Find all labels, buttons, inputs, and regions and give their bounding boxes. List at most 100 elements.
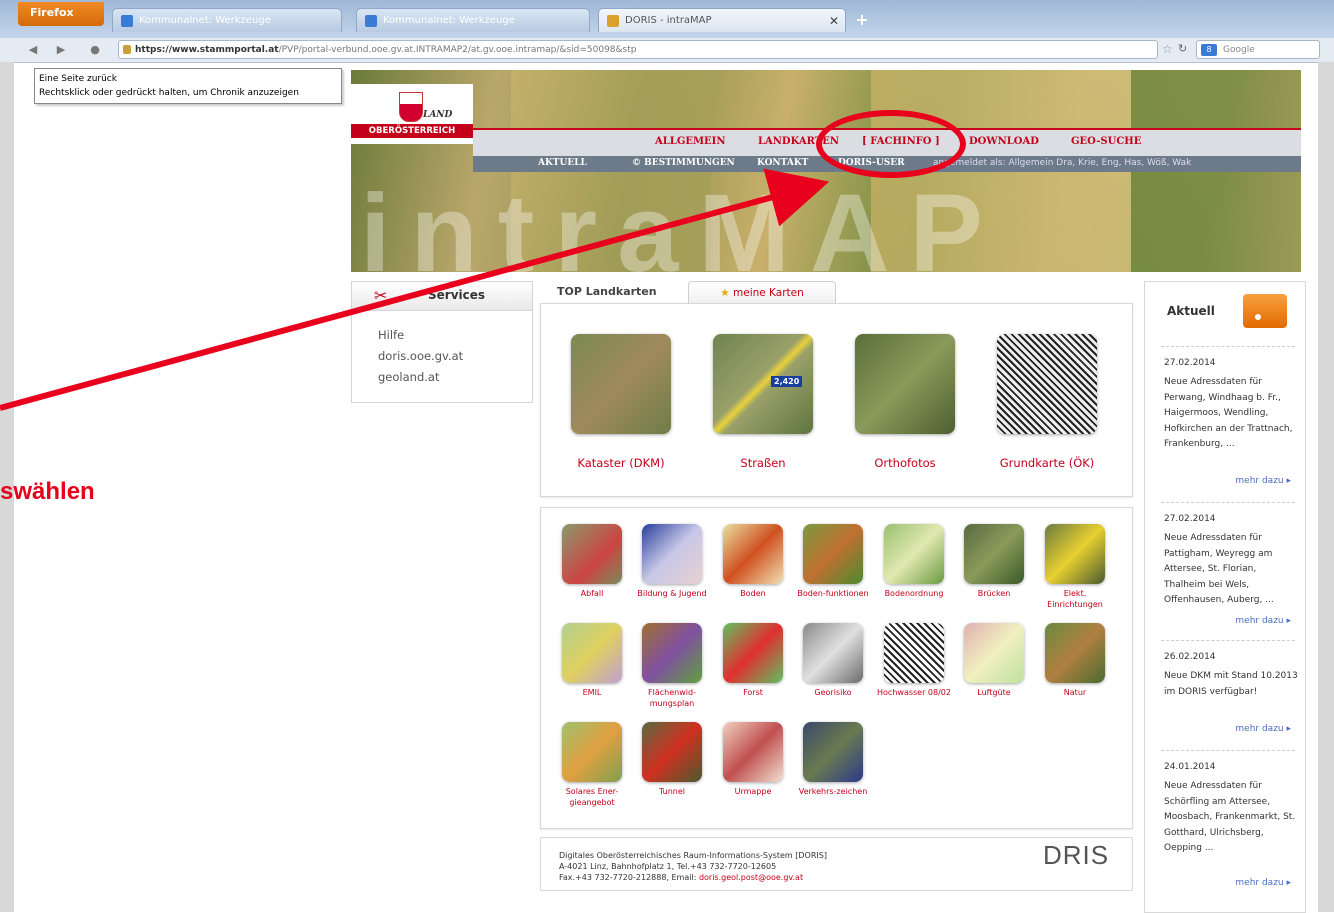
- back-button[interactable]: ◀: [24, 41, 42, 59]
- mehr-dazu-link[interactable]: mehr dazu ▸: [1235, 476, 1291, 486]
- tab-meine-karten-label: meine Karten: [733, 287, 804, 299]
- theme-label[interactable]: Georisiko: [796, 687, 870, 698]
- forward-button[interactable]: ▶: [52, 41, 70, 59]
- tab-meine-karten[interactable]: ★ meine Karten: [688, 281, 836, 304]
- tab-title: Kommunalnet: Werkzeuge: [139, 15, 271, 26]
- strassen-thumbnail[interactable]: 2,420: [713, 334, 813, 434]
- theme-label[interactable]: Boden-funktionen: [796, 588, 870, 599]
- theme-label[interactable]: Elekt. Einrichtungen: [1038, 588, 1112, 610]
- kommunalnet-favicon-icon: [121, 15, 133, 27]
- theme-maps-panel: Abfall Bildung & Jugend Boden Boden-funk…: [540, 507, 1133, 829]
- top-maps-tabs: TOP Landkarten ★ meine Karten: [540, 281, 1132, 304]
- theme-label[interactable]: Luftgüte: [957, 687, 1031, 698]
- footer-email-link[interactable]: doris.geol.post@ooe.gv.at: [699, 873, 803, 882]
- theme-label[interactable]: Bildung & Jugend: [635, 588, 709, 599]
- close-tab-icon[interactable]: ✕: [829, 9, 839, 33]
- solar-icon[interactable]: [562, 722, 622, 782]
- georisiko-icon[interactable]: [803, 623, 863, 683]
- theme-label[interactable]: Natur: [1038, 687, 1112, 698]
- tools-icon: ✂: [374, 286, 388, 305]
- news-text: Neue DKM mit Stand 10.2013 im DORIS verf…: [1164, 671, 1298, 697]
- emil-icon[interactable]: [562, 623, 622, 683]
- theme-label[interactable]: Boden: [716, 588, 790, 599]
- footer-line: A-4021 Linz, Bahnhofplatz 1, Tel.+43 732…: [559, 862, 777, 871]
- firefox-menu-button[interactable]: Firefox: [18, 2, 104, 26]
- theme-label[interactable]: Brücken: [957, 588, 1031, 599]
- forst-icon[interactable]: [723, 623, 783, 683]
- highlight-circle: [816, 110, 966, 178]
- search-box[interactable]: 8 Google: [1196, 40, 1320, 59]
- bodenfunktionen-icon[interactable]: [803, 524, 863, 584]
- browser-tab[interactable]: Kommunalnet: Werkzeuge: [112, 8, 342, 32]
- divider: [1161, 640, 1295, 641]
- theme-label[interactable]: Verkehrs-zeichen: [796, 786, 870, 797]
- map-label-grundkarte[interactable]: Grundkarte (ÖK): [977, 456, 1117, 470]
- link-doris[interactable]: doris.ooe.gv.at: [378, 349, 463, 363]
- news-date: 24.01.2014: [1164, 762, 1216, 772]
- coat-of-arms-icon: [399, 92, 423, 122]
- map-label-orthofotos[interactable]: Orthofotos: [835, 456, 975, 470]
- address-bar[interactable]: https://www.stammportal.at/PVP/portal-ve…: [118, 40, 1158, 59]
- google-icon: 8: [1201, 44, 1217, 56]
- map-label-strassen[interactable]: Straßen: [693, 456, 833, 470]
- bodenordnung-icon[interactable]: [884, 524, 944, 584]
- menu-bestimmungen[interactable]: © BESTIMMUNGEN: [632, 158, 735, 168]
- theme-label[interactable]: Abfall: [555, 588, 629, 599]
- mehr-dazu-link[interactable]: mehr dazu ▸: [1235, 878, 1291, 888]
- news-text: Neue Adressdaten für Schörfling am Atter…: [1164, 781, 1296, 853]
- news-text: Neue Adressdaten für Perwang, Windhaag b…: [1164, 377, 1293, 449]
- mehr-dazu-link[interactable]: mehr dazu ▸: [1235, 616, 1291, 626]
- page-margin-right: [1318, 62, 1334, 912]
- theme-label[interactable]: Bodenordnung: [877, 588, 951, 599]
- tab-top-landkarten[interactable]: TOP Landkarten: [557, 281, 657, 303]
- browser-tab[interactable]: Kommunalnet: Werkzeuge: [356, 8, 590, 32]
- link-hilfe[interactable]: Hilfe: [378, 328, 404, 342]
- theme-label[interactable]: Tunnel: [635, 786, 709, 797]
- bruecken-icon[interactable]: [964, 524, 1024, 584]
- flaechenwidmung-icon[interactable]: [642, 623, 702, 683]
- abfall-icon[interactable]: [562, 524, 622, 584]
- menu-allgemein[interactable]: ALLGEMEIN: [655, 136, 726, 147]
- mehr-dazu-link[interactable]: mehr dazu ▸: [1235, 724, 1291, 734]
- kommunalnet-favicon-icon: [365, 15, 377, 27]
- boden-icon[interactable]: [723, 524, 783, 584]
- hochwasser-icon[interactable]: [884, 623, 944, 683]
- road-number-badge: 2,420: [771, 376, 803, 387]
- natur-icon[interactable]: [1045, 623, 1105, 683]
- site-identity-icon[interactable]: ●: [86, 41, 104, 59]
- search-placeholder: Google: [1223, 45, 1255, 55]
- map-label-kataster[interactable]: Kataster (DKM): [551, 456, 691, 470]
- theme-label[interactable]: Hochwasser 08/02: [877, 687, 951, 698]
- bookmark-star-icon[interactable]: ☆: [1162, 42, 1173, 56]
- top-maps-panel: 2,420 Kataster (DKM) Straßen Orthofotos …: [540, 303, 1133, 497]
- divider: [1161, 346, 1295, 347]
- menu-geo-suche[interactable]: GEO-SUCHE: [1071, 136, 1141, 147]
- theme-label[interactable]: Solares Ener-gieangebot: [555, 786, 629, 808]
- new-tab-button[interactable]: +: [852, 10, 872, 30]
- orthofotos-thumbnail[interactable]: [855, 334, 955, 434]
- urmappe-icon[interactable]: [723, 722, 783, 782]
- theme-label[interactable]: Forst: [716, 687, 790, 698]
- logo-land: LAND: [423, 110, 453, 120]
- verkehrszeichen-icon[interactable]: [803, 722, 863, 782]
- reload-icon[interactable]: ↻: [1178, 42, 1187, 55]
- theme-label[interactable]: Urmappe: [716, 786, 790, 797]
- land-ooe-logo[interactable]: LAND OBERÖSTERREICH: [351, 84, 473, 144]
- services-header: ✂ Services: [352, 282, 532, 311]
- tunnel-icon[interactable]: [642, 722, 702, 782]
- menu-kontakt[interactable]: KONTAKT: [757, 158, 808, 168]
- browser-tab-active[interactable]: DORIS - intraMAP ✕: [598, 8, 846, 32]
- kataster-thumbnail[interactable]: [571, 334, 671, 434]
- menu-aktuell[interactable]: AKTUELL: [538, 158, 587, 168]
- grundkarte-thumbnail[interactable]: [997, 334, 1097, 434]
- luftguete-icon[interactable]: [964, 623, 1024, 683]
- elektro-icon[interactable]: [1045, 524, 1105, 584]
- menu-download[interactable]: DOWNLOAD: [969, 136, 1039, 147]
- theme-label[interactable]: EMIL: [555, 687, 629, 698]
- rss-icon[interactable]: [1243, 294, 1287, 328]
- bildung-icon[interactable]: [642, 524, 702, 584]
- theme-label[interactable]: Flächenwid-mungsplan: [635, 687, 709, 709]
- doris-logo: DRIS: [1043, 842, 1109, 868]
- login-status: angemeldet als: Allgemein Dra, Krie, Eng…: [933, 158, 1192, 168]
- link-geoland[interactable]: geoland.at: [378, 370, 439, 384]
